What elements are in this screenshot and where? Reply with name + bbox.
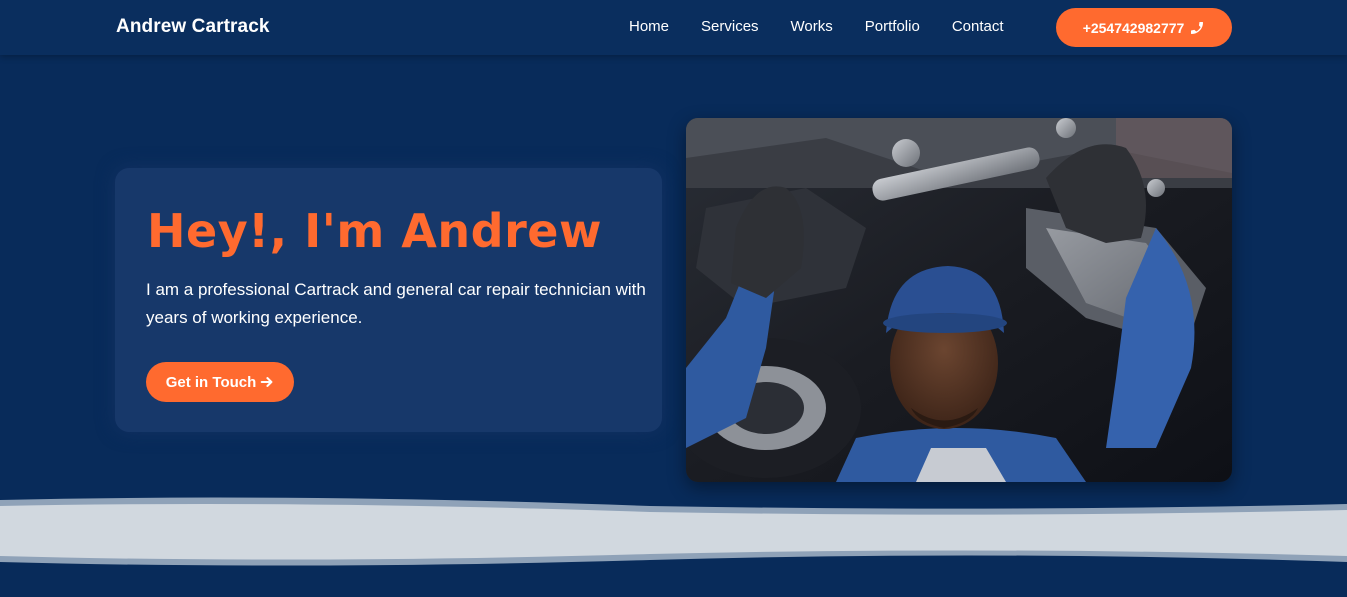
wave-divider (0, 497, 1347, 566)
brand-logo[interactable]: Andrew Cartrack (116, 16, 270, 38)
hero-description: I am a professional Cartrack and general… (146, 280, 646, 327)
phone-number: +254742982777 (1082, 19, 1185, 36)
nav-portfolio[interactable]: Portfolio (865, 18, 920, 35)
mechanic-photo (686, 118, 1232, 482)
get-in-touch-button[interactable]: Get in Touch (146, 362, 294, 402)
phone-button[interactable]: +254742982777 (1056, 8, 1232, 47)
arrow-right-icon (260, 377, 273, 387)
nav-services[interactable]: Services (701, 18, 759, 35)
navbar: Andrew Cartrack Home Services Works Port… (0, 0, 1347, 55)
nav-links: Home Services Works Portfolio Contact (629, 18, 1036, 35)
cta-label: Get in Touch (165, 373, 257, 391)
nav-works[interactable]: Works (791, 18, 833, 35)
phone-icon (1191, 21, 1204, 34)
nav-contact[interactable]: Contact (952, 18, 1004, 35)
hero-card: Hey!, I'm Andrew I am a professional Car… (115, 168, 662, 432)
mechanic-illustration (686, 118, 1232, 482)
nav-home[interactable]: Home (629, 18, 669, 35)
hero-title: Hey!, I'm Andrew (147, 204, 602, 258)
